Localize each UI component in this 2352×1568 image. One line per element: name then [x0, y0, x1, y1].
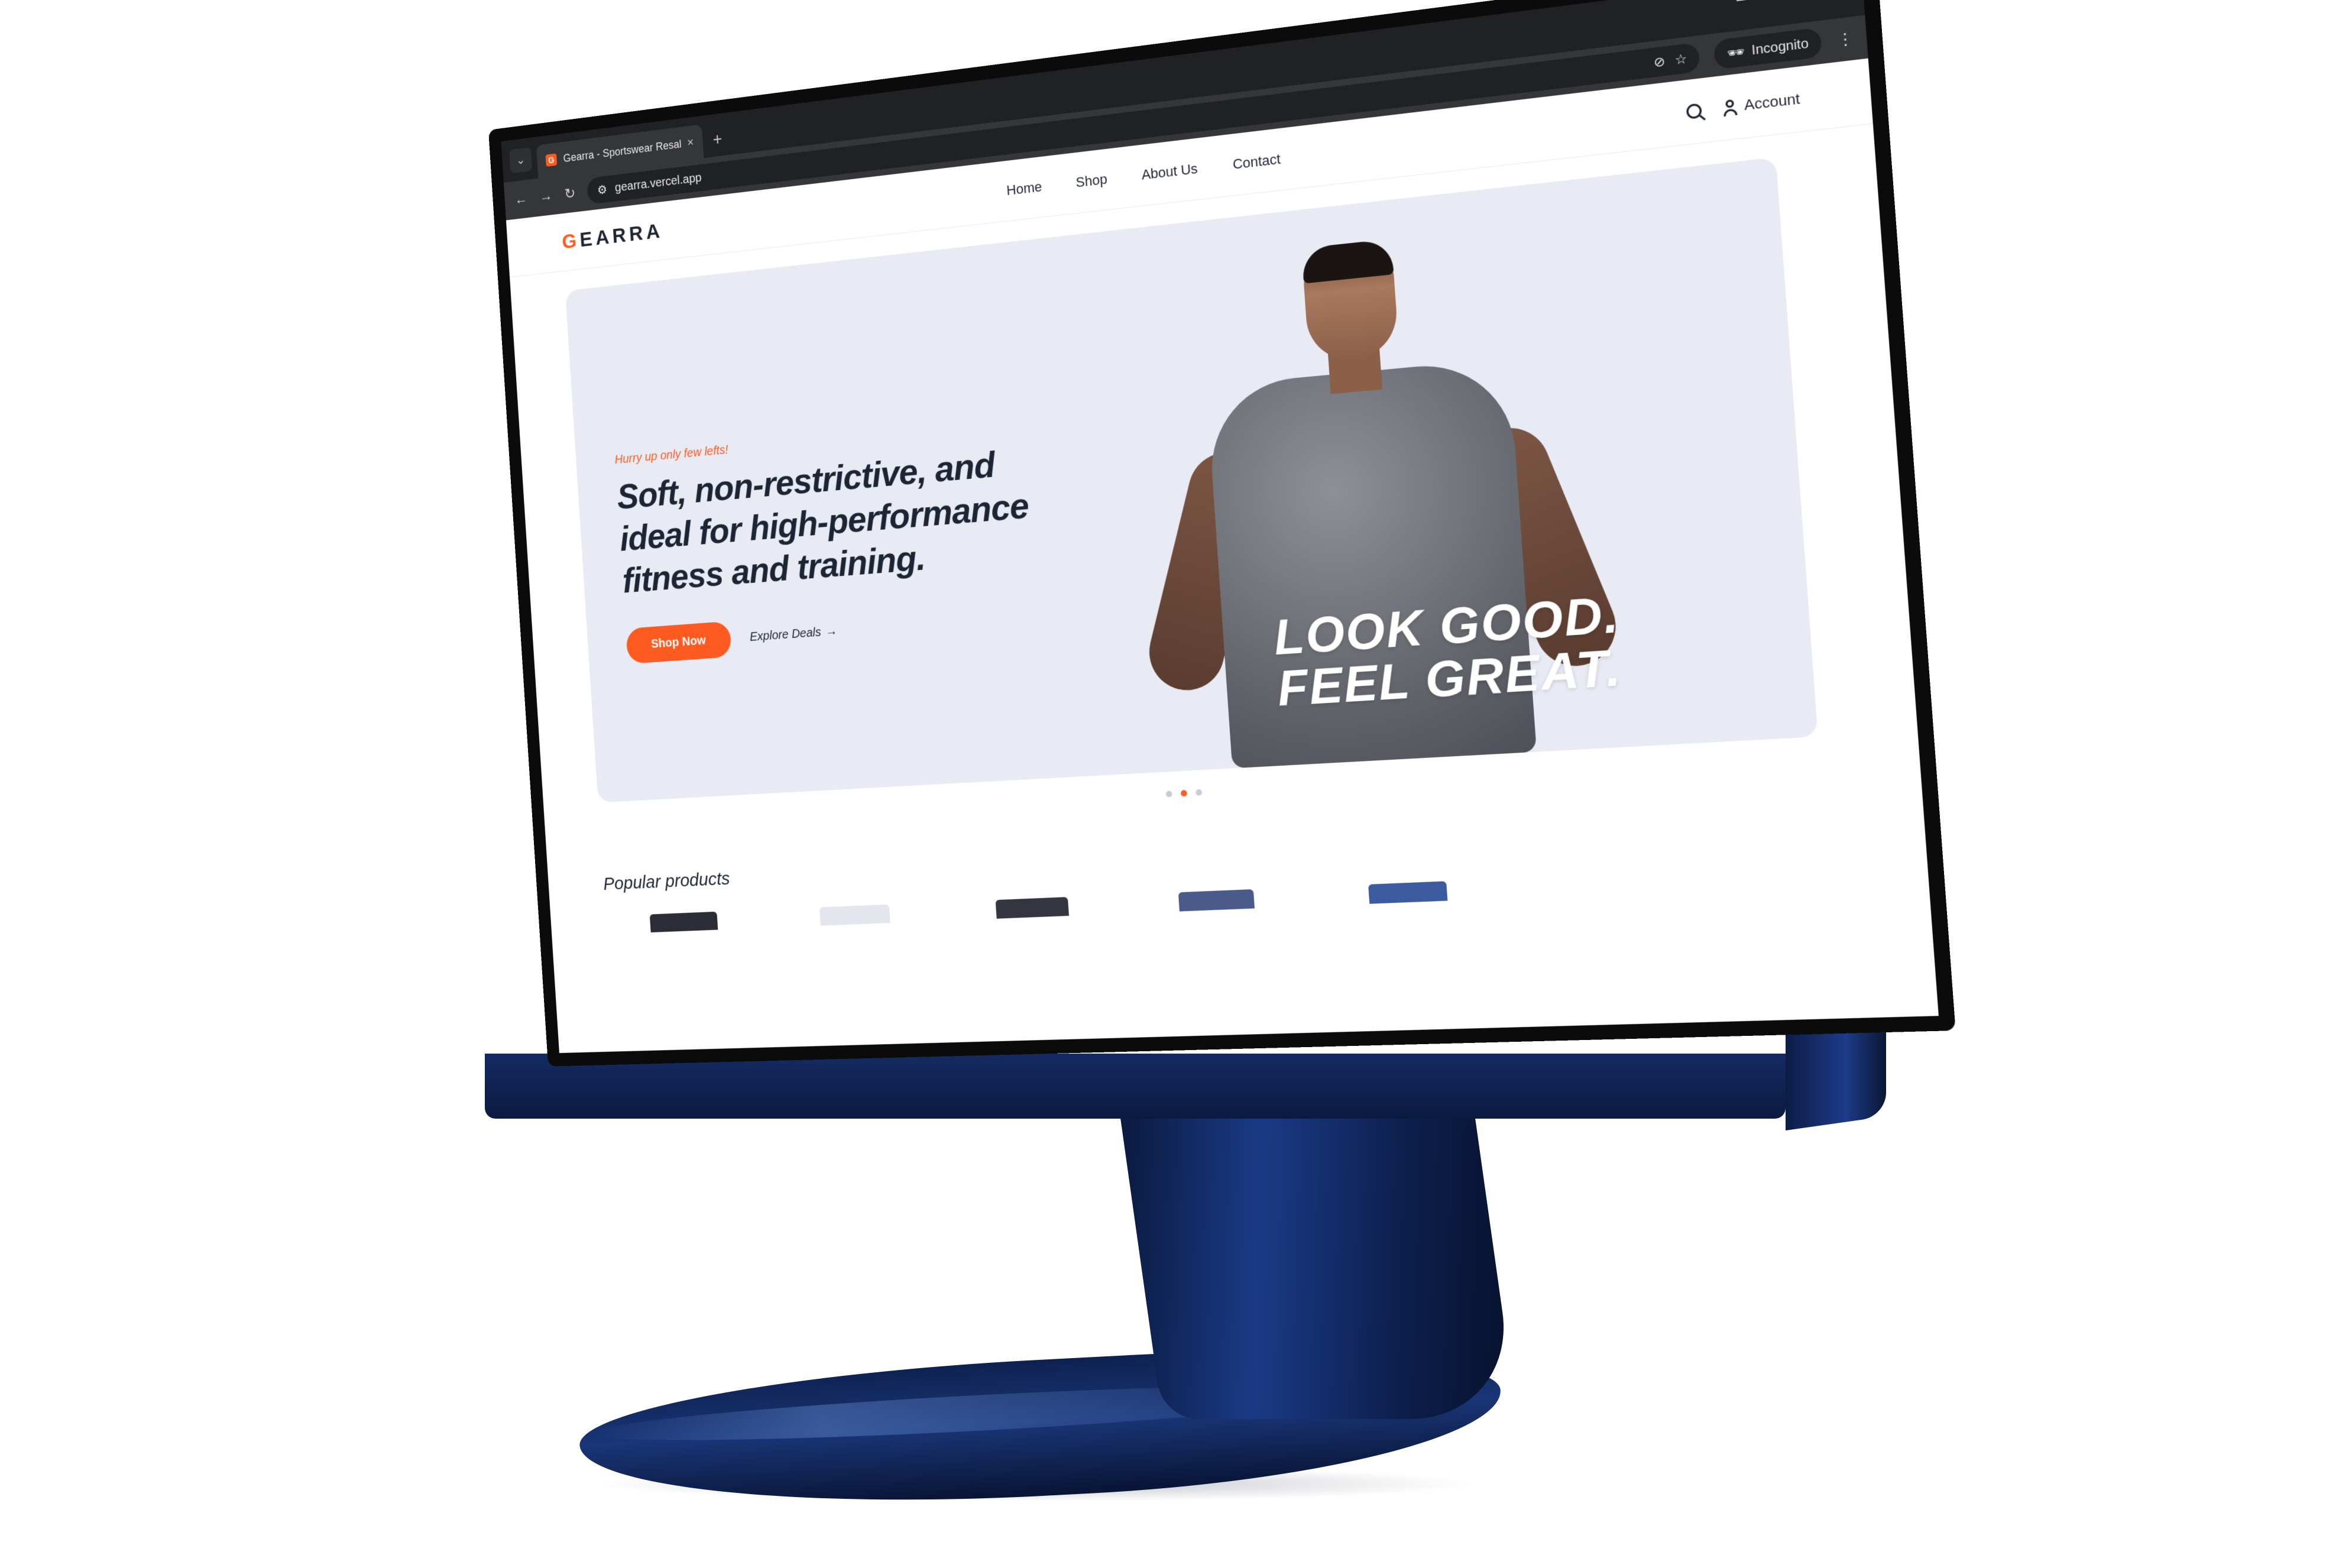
popular-products-title: Popular products [602, 868, 731, 895]
bookmark-star-icon[interactable]: ☆ [1674, 50, 1688, 69]
product-thumb[interactable] [995, 897, 1069, 919]
incognito-icon: 🕶 [1726, 44, 1745, 61]
url-text: gearra.vercel.app [614, 170, 702, 195]
search-icon[interactable] [1685, 103, 1702, 120]
back-icon[interactable]: ← [514, 190, 528, 209]
hero-banner: Hurry up only few lefts! Soft, non-restr… [565, 157, 1818, 803]
nav-home[interactable]: Home [1006, 179, 1043, 199]
favicon-icon: G [545, 153, 558, 167]
window-controls: — ❐ ✕ [1736, 0, 1851, 10]
product-thumb[interactable] [649, 911, 718, 933]
new-tab-button[interactable]: + [712, 129, 723, 150]
restore-icon[interactable]: ❐ [1786, 0, 1803, 4]
nav-contact[interactable]: Contact [1232, 151, 1281, 173]
carousel-dot-1[interactable] [1165, 791, 1172, 798]
product-thumb[interactable] [819, 904, 890, 926]
browser-menu-icon[interactable]: ⋮ [1836, 28, 1854, 50]
arrow-right-icon: → [825, 624, 838, 639]
eye-off-icon[interactable]: ⊘ [1653, 53, 1666, 70]
header-actions: Account [1685, 90, 1800, 121]
main-nav: Home Shop About Us Contact [1006, 151, 1281, 199]
monitor-screen: ⌄ G Gearra - Sportswear Resale Hub × + —… [488, 0, 1956, 1067]
tab-search-icon[interactable]: ⌄ [509, 147, 533, 174]
monitor-stand-neck [1119, 1112, 1518, 1419]
scene: ⌄ G Gearra - Sportswear Resale Hub × + —… [0, 0, 2352, 1568]
incognito-badge[interactable]: 🕶 Incognito [1713, 27, 1823, 70]
monitor-screen-area: ⌄ G Gearra - Sportswear Resale Hub × + —… [488, 0, 1956, 1076]
product-thumb[interactable] [1368, 881, 1448, 904]
site-info-icon[interactable]: ⚙ [597, 182, 608, 197]
account-link[interactable]: Account [1721, 90, 1800, 117]
carousel-dot-3[interactable] [1196, 789, 1203, 796]
carousel-dots [1165, 789, 1203, 798]
shop-now-button[interactable]: Shop Now [626, 621, 732, 664]
reload-icon[interactable]: ↻ [564, 184, 576, 203]
tab-title: Gearra - Sportswear Resale Hub [562, 137, 682, 164]
product-thumb[interactable] [1178, 889, 1255, 912]
nav-about-us[interactable]: About Us [1141, 160, 1198, 183]
hero-slogan: LOOK GOOD. FEEL GREAT. [1272, 585, 1625, 717]
site-logo[interactable]: GEARRA [561, 219, 663, 254]
nav-shop[interactable]: Shop [1075, 171, 1108, 191]
web-page: GEARRA Home Shop About Us Contact Accoun… [506, 58, 1939, 1054]
close-tab-icon[interactable]: × [687, 135, 695, 150]
explore-deals-link[interactable]: Explore Deals → [749, 624, 837, 644]
product-thumbnails [649, 881, 1448, 933]
hero-cta-row: Shop Now Explore Deals → [626, 598, 1044, 664]
carousel-dot-2[interactable] [1180, 790, 1188, 797]
hero-copy: Hurry up only few lefts! Soft, non-restr… [614, 416, 1044, 664]
minimize-icon[interactable]: — [1736, 0, 1754, 10]
user-icon [1722, 99, 1738, 116]
forward-icon[interactable]: → [539, 187, 553, 206]
hero-headline: Soft, non-restrictive, and ideal for hig… [615, 444, 1030, 601]
account-label: Account [1743, 90, 1801, 114]
incognito-label: Incognito [1751, 35, 1809, 58]
